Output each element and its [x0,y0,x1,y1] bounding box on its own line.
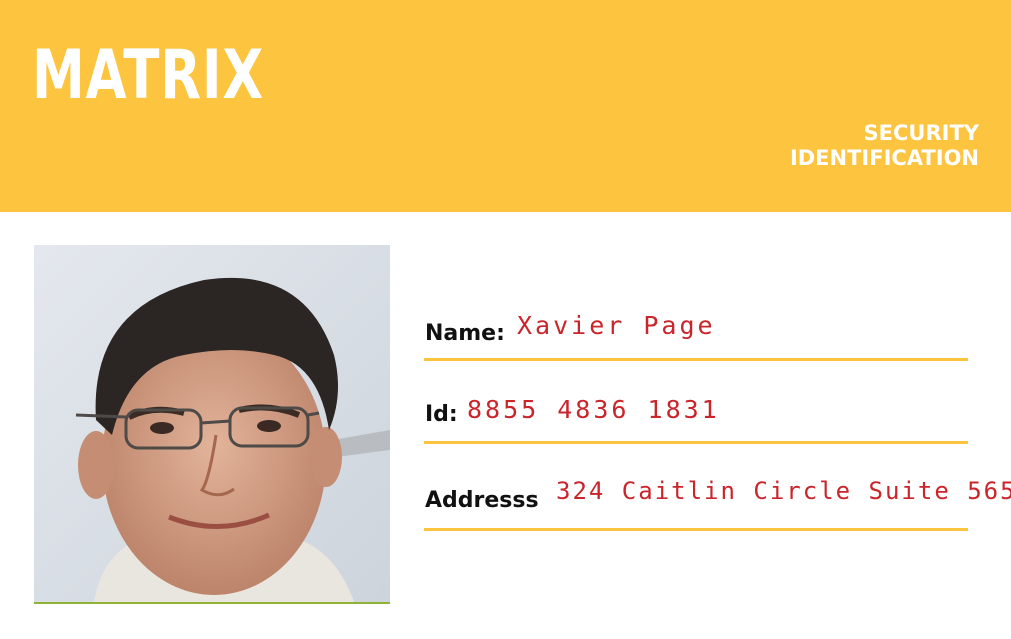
name-value: Xavier Page [517,311,716,340]
card-header: MATRIX SECURITY IDENTIFICATION [0,0,1011,212]
card-subtitle: SECURITY IDENTIFICATION [790,121,979,171]
id-photo [34,245,390,604]
id-divider [424,441,968,444]
brand-logo: MATRIX [32,36,265,115]
name-label: Name: [425,321,505,346]
subtitle-line-1: SECURITY [863,121,979,145]
name-divider [424,358,968,361]
id-value: 8855 4836 1831 [467,395,720,424]
address-divider [424,528,968,531]
address-label: Addresss [425,488,539,513]
id-label: Id: [425,402,458,427]
portrait-icon [34,245,390,602]
subtitle-line-2: IDENTIFICATION [789,146,979,170]
address-value: 324 Caitlin Circle Suite 565 [556,477,1011,505]
